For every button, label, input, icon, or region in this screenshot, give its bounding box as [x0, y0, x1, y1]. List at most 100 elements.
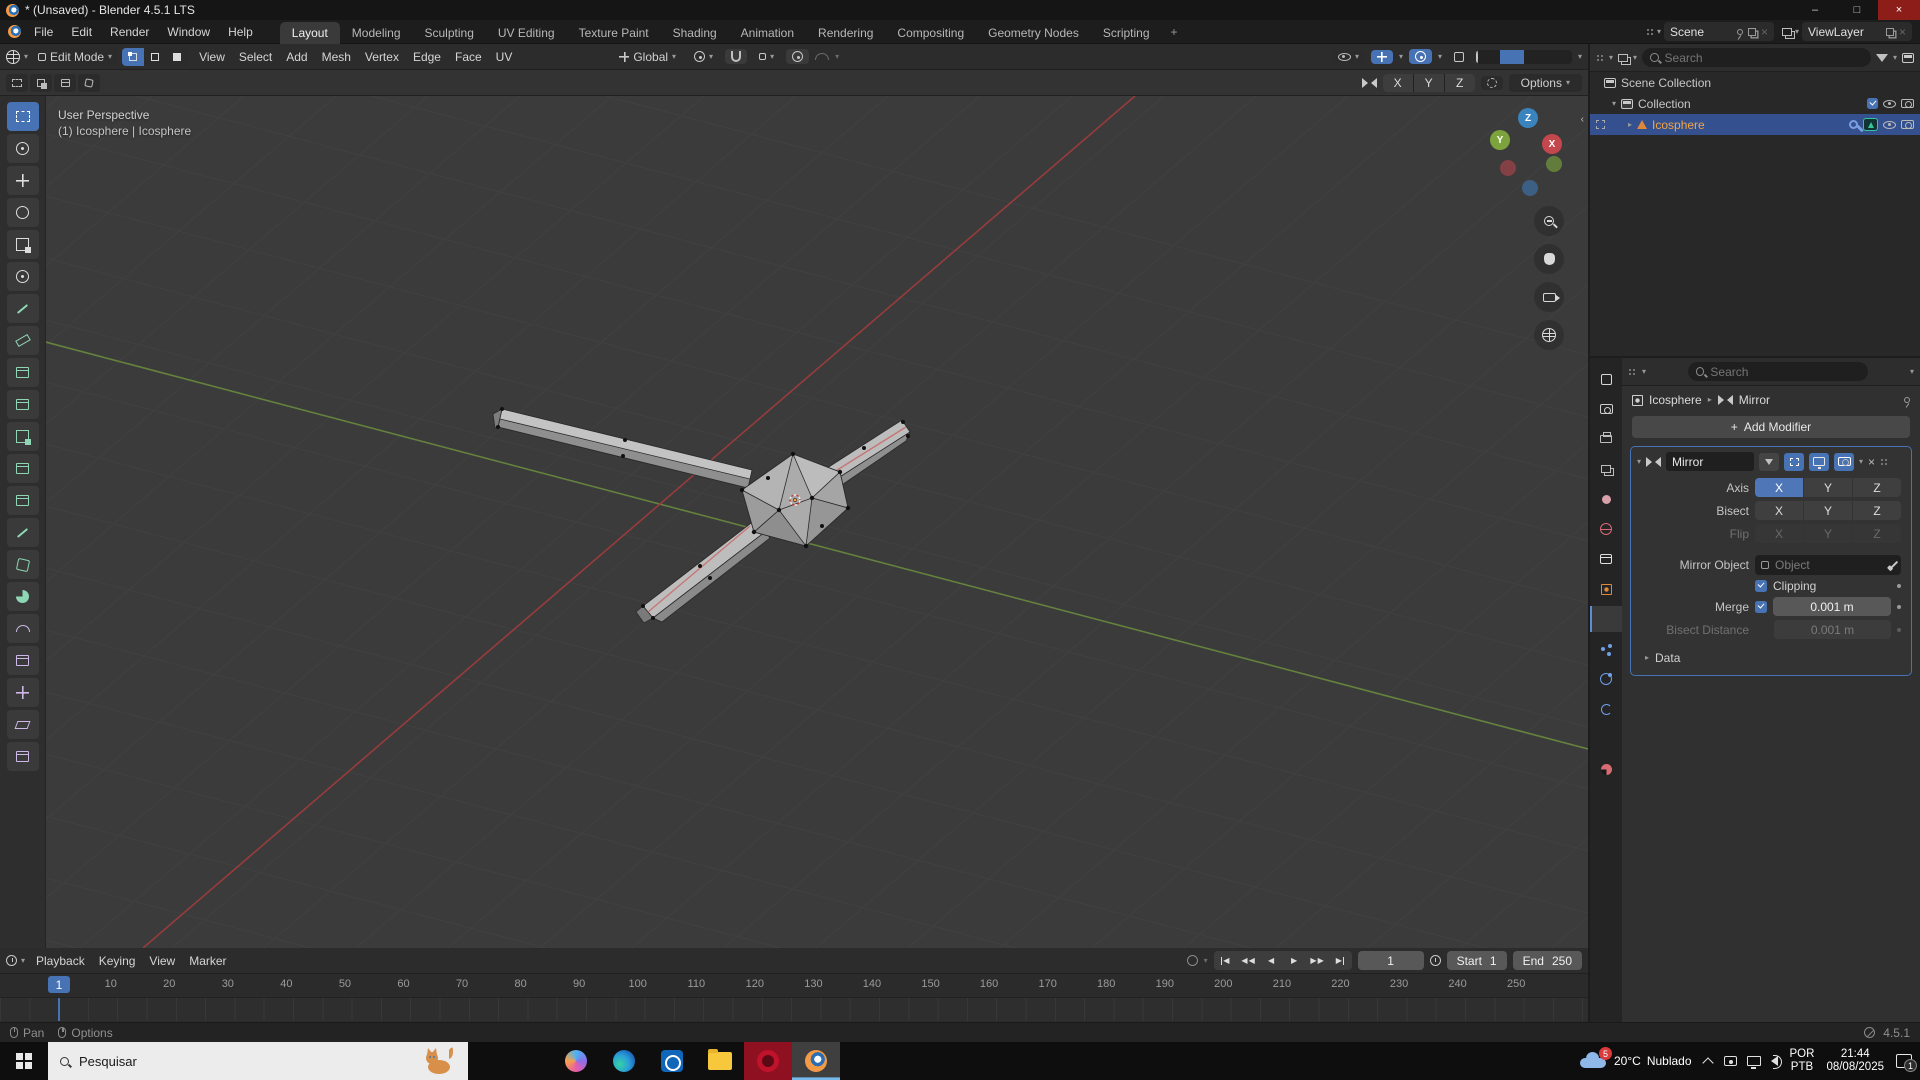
select-subtract-button[interactable]	[54, 74, 76, 92]
render-button[interactable]	[1590, 396, 1622, 422]
workspace-tab-animation[interactable]: Animation	[729, 22, 806, 44]
jump-to-end-button[interactable]: ▶	[1329, 951, 1352, 970]
inset-faces-button[interactable]	[7, 422, 39, 451]
modifier-badge-icon[interactable]	[1849, 120, 1858, 129]
object-button[interactable]	[1590, 576, 1622, 602]
copy-viewlayer-icon[interactable]	[1886, 28, 1894, 36]
data-subpanel-label[interactable]: Data	[1655, 651, 1680, 665]
outliner-row-scene-collection[interactable]: Scene Collection	[1590, 72, 1920, 93]
move-button[interactable]	[7, 166, 39, 195]
bisect-distance-slider[interactable]: 0.001 m	[1774, 620, 1891, 639]
perspective-toggle-button[interactable]	[1534, 320, 1564, 350]
use-preview-range-icon[interactable]	[1430, 955, 1441, 966]
extrude-region-button[interactable]	[7, 390, 39, 419]
editor-type-chevron-icon[interactable]: ▾	[24, 53, 28, 61]
mirror-axis-button[interactable]: Y	[1414, 74, 1444, 92]
material-button[interactable]	[1590, 756, 1622, 782]
scene-browse-icon[interactable]	[1646, 28, 1654, 36]
outliner-display-mode-icon[interactable]	[1618, 54, 1628, 62]
merge-threshold-slider[interactable]: 0.001 m	[1773, 597, 1891, 616]
show-on-cage-toggle[interactable]	[1759, 453, 1779, 471]
pin-icon[interactable]	[1737, 29, 1743, 35]
viewport-menu-item[interactable]: Add	[279, 47, 314, 67]
outliner-editor-chevron-icon[interactable]: ▾	[1609, 54, 1613, 62]
pan-button[interactable]	[1534, 244, 1564, 274]
disable-render-icon[interactable]	[1901, 99, 1914, 108]
tray-expand-icon[interactable]	[1702, 1057, 1713, 1068]
menu-item[interactable]: Edit	[62, 22, 101, 42]
rip-region-button[interactable]	[7, 742, 39, 771]
world-button[interactable]	[1590, 516, 1622, 542]
falloff-icon[interactable]	[815, 53, 829, 60]
filter-icon[interactable]	[1876, 54, 1888, 62]
outliner-search-input[interactable]	[1665, 51, 1863, 65]
properties-search-input[interactable]	[1710, 365, 1860, 379]
constraints-button[interactable]	[1590, 696, 1622, 722]
gizmo-x-axis[interactable]: X	[1542, 134, 1562, 154]
workspace-tab-layout[interactable]: Layout	[280, 22, 340, 44]
select-extend-button[interactable]	[30, 74, 52, 92]
mirror-axis-button[interactable]: X	[1383, 74, 1413, 92]
axis-x-button[interactable]: X	[1755, 478, 1803, 497]
taskbar-search[interactable]: Pesquisar	[48, 1042, 468, 1080]
outliner-search[interactable]	[1642, 48, 1871, 67]
volume-icon[interactable]	[1771, 1056, 1778, 1066]
show-render-toggle[interactable]	[1834, 453, 1854, 471]
edge-select-button[interactable]	[144, 48, 166, 66]
navigation-gizmo[interactable]: Z X Y	[1486, 108, 1570, 208]
viewlayer-browse-icon[interactable]	[1782, 28, 1792, 36]
menu-item[interactable]: File	[25, 22, 62, 42]
transform-button[interactable]	[7, 262, 39, 291]
gizmo-y-axis[interactable]: Y	[1490, 130, 1510, 150]
bisect-y-button[interactable]: Y	[1804, 501, 1852, 520]
viewlayer-chevron-icon[interactable]: ▾	[1795, 28, 1799, 36]
workspace-tab-geometry-nodes[interactable]: Geometry Nodes	[976, 22, 1091, 44]
knife-button[interactable]	[7, 518, 39, 547]
bisect-z-button[interactable]: Z	[1853, 501, 1901, 520]
outliner-row-collection[interactable]: ▾ Collection	[1590, 93, 1920, 114]
disable-render-icon[interactable]	[1901, 120, 1914, 129]
drag-handle-icon[interactable]	[1880, 458, 1888, 466]
online-access-icon[interactable]	[1864, 1027, 1875, 1038]
show-object-types-dropdown[interactable]: ▾	[1332, 51, 1365, 63]
frame-end-field[interactable]: End 250	[1513, 951, 1582, 970]
gizmo-neg-z-axis[interactable]	[1522, 180, 1538, 196]
playhead-chip[interactable]: 1	[48, 976, 70, 993]
vertex-select-button[interactable]	[122, 48, 144, 66]
tool-button[interactable]	[1590, 366, 1622, 392]
gizmo-neg-y-axis[interactable]	[1546, 156, 1562, 172]
shading-chevron-icon[interactable]: ▾	[1578, 53, 1582, 61]
outliner-display-chevron-icon[interactable]: ▾	[1633, 54, 1637, 62]
weather-widget[interactable]: 5 20°C Nublado	[1578, 1052, 1692, 1070]
properties-search[interactable]	[1688, 362, 1868, 381]
data-expand-icon[interactable]: ▸	[1645, 654, 1649, 662]
timeline-menu-item[interactable]: Keying	[92, 951, 143, 971]
timeline-editor-icon[interactable]	[6, 955, 17, 966]
falloff-chevron-icon[interactable]: ▾	[835, 53, 839, 61]
editor-type-icon[interactable]	[6, 50, 20, 64]
notification-center-icon[interactable]: 1	[1896, 1054, 1912, 1068]
show-realtime-toggle[interactable]	[1809, 453, 1829, 471]
timeline-menu-item[interactable]: Marker	[182, 951, 233, 971]
maximize-button[interactable]: □	[1836, 0, 1878, 20]
animate-dot-icon[interactable]	[1897, 584, 1901, 588]
workspace-tab-rendering[interactable]: Rendering	[806, 22, 885, 44]
menu-item[interactable]: Render	[101, 22, 158, 42]
properties-options-chevron-icon[interactable]: ▾	[1910, 368, 1914, 376]
show-gizmo-toggle[interactable]	[1371, 50, 1393, 64]
select-new-button[interactable]	[6, 74, 28, 92]
taskbar-app-outlook[interactable]	[648, 1042, 696, 1080]
prev-keyframe-button[interactable]: ◀◀	[1237, 951, 1260, 970]
pivot-dropdown[interactable]: ▾	[688, 49, 719, 64]
add-modifier-button[interactable]: + Add Modifier	[1632, 416, 1910, 438]
properties-editor-chevron-icon[interactable]: ▾	[1642, 368, 1646, 376]
viewlayer-field[interactable]: ViewLayer ×	[1802, 22, 1912, 41]
taskbar-app-explorer[interactable]	[696, 1042, 744, 1080]
axis-z-button[interactable]: Z	[1853, 478, 1901, 497]
start-button[interactable]	[0, 1042, 48, 1080]
loop-cut-button[interactable]	[7, 486, 39, 515]
timeline-menu-item[interactable]: Playback	[29, 951, 92, 971]
timeline-track[interactable]	[0, 998, 1588, 1021]
annotate-button[interactable]	[7, 294, 39, 323]
show-overlays-toggle[interactable]	[1409, 49, 1432, 64]
